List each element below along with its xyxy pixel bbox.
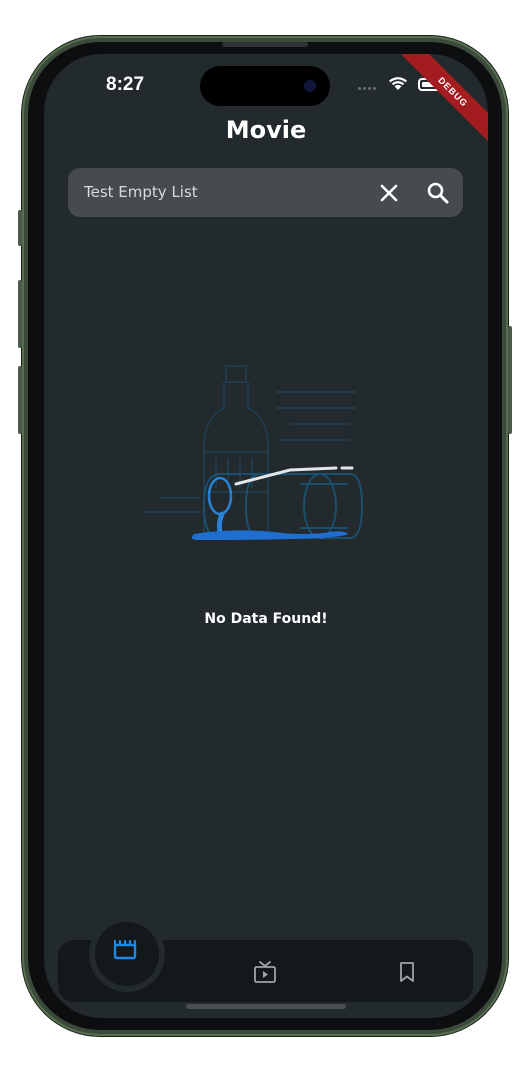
app-screen: 8:27 DEBUG Movie Test Empty List No Data… [44, 54, 488, 1018]
status-time: 8:27 [106, 74, 145, 95]
search-icon[interactable] [425, 180, 451, 206]
speaker-grille [222, 42, 308, 47]
wifi-icon [389, 77, 407, 90]
spilled-bottle-illustration [144, 365, 364, 540]
search-input[interactable]: Test Empty List [84, 183, 198, 201]
search-field[interactable]: Test Empty List [68, 168, 463, 217]
movie-clapper-icon[interactable] [112, 936, 138, 962]
home-indicator[interactable] [186, 1004, 346, 1009]
action-button [18, 210, 22, 246]
dynamic-island [200, 66, 330, 106]
bookmark-icon[interactable] [395, 960, 419, 984]
page-title: Movie [225, 116, 307, 144]
volume-up-button [18, 280, 22, 348]
camera-icon [304, 80, 316, 92]
close-icon[interactable] [377, 181, 401, 205]
tv-play-icon[interactable] [252, 960, 278, 986]
volume-down-button [18, 366, 22, 434]
empty-state-message: No Data Found! [204, 611, 328, 627]
power-button [508, 326, 512, 434]
cellular-signal-icon [358, 87, 376, 90]
